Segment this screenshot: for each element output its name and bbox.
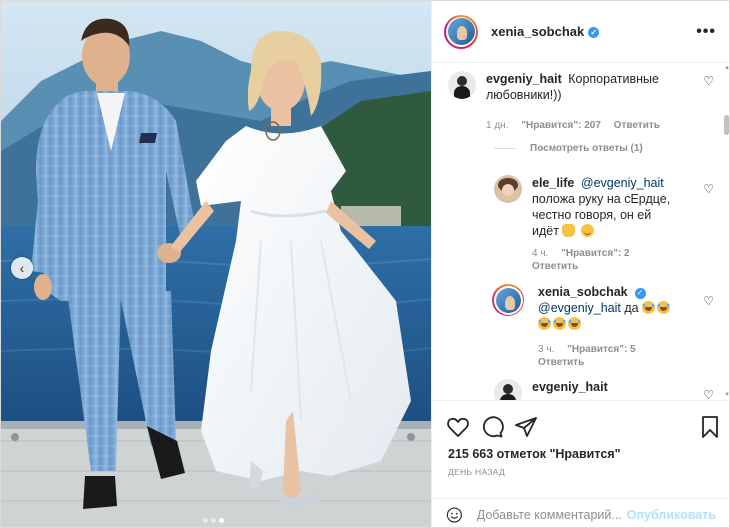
view-replies-button[interactable]: Посмотреть ответы (1) [494, 143, 643, 154]
carousel-prev-button[interactable]: ‹ [11, 257, 33, 279]
commenter-avatar[interactable] [494, 379, 522, 400]
comment-text: любовники!)) [486, 88, 562, 102]
emoji-smile-icon[interactable] [446, 504, 463, 526]
carousel-dot [211, 518, 216, 523]
comment-likes[interactable]: "Нравится": 207 [521, 120, 601, 131]
action-icons [446, 415, 722, 439]
comment-likes[interactable]: "Нравится": 2 [561, 248, 630, 259]
comment-item: evgeniy_hait Корпоративные любовники!)) … [448, 71, 670, 132]
publish-button[interactable]: Опубликовать [627, 508, 716, 522]
scrollbar-thumb[interactable] [724, 115, 729, 135]
comment-username[interactable]: xenia_sobchak [538, 285, 628, 299]
photo-scene [1, 1, 431, 527]
carousel-dots [203, 518, 224, 523]
laughing-emoji-icon [553, 317, 566, 330]
scroll-down-arrow-icon[interactable]: ▼ [724, 392, 729, 398]
comment-text: честно говоря, он ей [532, 208, 652, 222]
more-options-icon[interactable]: ••• [696, 23, 716, 41]
carousel-dot [203, 518, 208, 523]
comment-time[interactable]: 3 ч. [538, 344, 554, 355]
post-photo[interactable]: ‹ [1, 1, 431, 527]
comment-username[interactable]: ele_life [532, 176, 574, 190]
commenter-avatar[interactable] [492, 284, 524, 316]
reply-item: evgeniy_hait [494, 379, 611, 400]
save-bookmark-icon[interactable] [698, 415, 722, 439]
comment-like-heart-icon[interactable]: ♡ [703, 182, 714, 196]
commenter-avatar[interactable] [494, 175, 522, 203]
comment-bubble-icon[interactable] [480, 415, 504, 439]
comment-time[interactable]: 1 дн. [486, 120, 508, 131]
post-date[interactable]: ДЕНЬ НАЗАД [448, 467, 505, 477]
scroll-up-arrow-icon[interactable]: ▲ [724, 65, 729, 71]
comment-like-heart-icon[interactable]: ♡ [703, 388, 714, 400]
commenter-avatar[interactable] [448, 71, 476, 99]
laughing-emoji-icon [568, 317, 581, 330]
reply-item: xenia_sobchak ✓ @evgeniy_hait да 3 ч. "Нр… [492, 284, 713, 369]
share-paper-plane-icon[interactable] [514, 415, 538, 439]
laughing-emoji-icon [642, 301, 656, 314]
reply-item: ele_life @evgeniy_hait положа руку на сЕ… [494, 175, 707, 273]
comment-reply-button[interactable]: Ответить [614, 120, 660, 131]
author-avatar[interactable] [444, 14, 478, 49]
laughing-emoji-icon [538, 317, 551, 330]
comment-mention[interactable]: @evgeniy_hait [581, 176, 664, 190]
like-heart-icon[interactable] [446, 415, 470, 439]
comment-reply-button[interactable]: Ответить [538, 357, 584, 368]
comment-text: да [624, 301, 639, 315]
comment-text: Корпоративные [568, 72, 659, 86]
comment-like-heart-icon[interactable]: ♡ [703, 294, 714, 308]
ok-hand-emoji-icon [562, 224, 576, 237]
comment-reply-button[interactable]: Ответить [532, 261, 578, 272]
post-dialog: ‹ xenia_sobchak ✓ ••• ▲ ▼ evgeniy_hait К… [0, 0, 730, 528]
add-comment-bar: Опубликовать [432, 498, 729, 527]
post-actions: 215 663 отметок "Нравится" ДЕНЬ НАЗАД Оп… [432, 400, 729, 527]
carousel-dot-active [219, 518, 224, 523]
verified-badge-icon: ✓ [634, 287, 646, 299]
post-header: xenia_sobchak ✓ ••• [432, 1, 729, 63]
comment-like-heart-icon[interactable]: ♡ [703, 74, 714, 88]
laughing-emoji-icon [657, 301, 671, 314]
likes-count[interactable]: 215 663 отметок "Нравится" [448, 447, 621, 461]
comments-list[interactable]: ▲ ▼ evgeniy_hait Корпоративные любовники… [432, 63, 729, 400]
post-side-panel: xenia_sobchak ✓ ••• ▲ ▼ evgeniy_hait Корп… [431, 1, 729, 527]
comment-input[interactable] [476, 507, 627, 522]
comment-username[interactable]: evgeniy_hait [486, 72, 562, 86]
comment-likes[interactable]: "Нравится": 5 [567, 344, 636, 355]
comment-username[interactable]: evgeniy_hait [532, 380, 608, 394]
smile-emoji-icon [580, 224, 594, 237]
author-username[interactable]: xenia_sobchak ✓ [491, 24, 600, 39]
comment-time[interactable]: 4 ч. [532, 248, 548, 259]
comment-text: идёт [532, 224, 559, 238]
comment-mention[interactable]: @evgeniy_hait [538, 301, 621, 315]
comment-text: положа руку на сЕрдце, [532, 192, 671, 206]
verified-badge-icon: ✓ [588, 27, 600, 38]
